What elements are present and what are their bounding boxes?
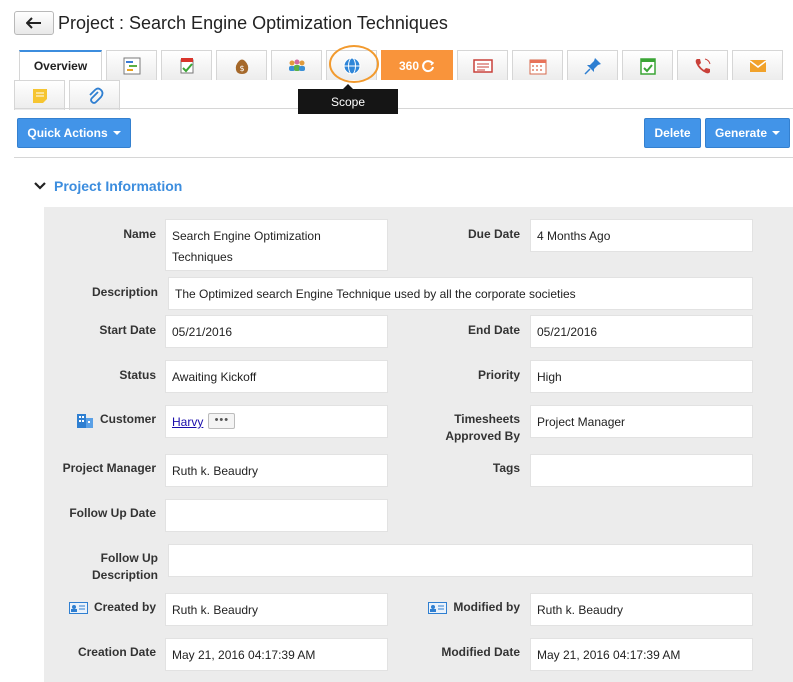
attachment-icon — [88, 87, 103, 104]
created-by-value: Ruth k. Beaudry — [165, 593, 388, 626]
call-icon — [695, 58, 710, 73]
description-value: The Optimized search Engine Technique us… — [168, 277, 753, 310]
calendar-icon — [529, 59, 546, 74]
start-date-label: Start Date — [99, 323, 156, 337]
follow-up-date-label: Follow Up Date — [69, 506, 156, 520]
modified-by-value: Ruth k. Beaudry — [530, 593, 753, 626]
tags-value — [530, 454, 753, 487]
status-label: Status — [119, 368, 156, 382]
modified-date-label: Modified Date — [441, 645, 520, 659]
description-label: Description — [91, 285, 158, 299]
name-label: Name — [123, 227, 156, 241]
start-date-value: 05/21/2016 — [165, 315, 388, 348]
tab-gantt[interactable] — [106, 50, 157, 80]
customer-link[interactable]: Harvy — [172, 412, 203, 433]
gantt-icon — [123, 57, 140, 74]
follow-up-description-label: Follow Up Description — [91, 551, 158, 582]
tab-attachments[interactable] — [69, 80, 120, 110]
modified-date-value: May 21, 2016 04:17:39 AM — [530, 638, 753, 671]
tab-360[interactable]: 360 — [381, 50, 453, 80]
end-date-value: 05/21/2016 — [530, 315, 753, 348]
toolbar-divider — [14, 157, 793, 158]
creation-date-label: Creation Date — [77, 645, 156, 659]
end-date-label: End Date — [467, 323, 520, 337]
tab-emails[interactable] — [732, 50, 783, 80]
scope-tooltip: Scope — [298, 84, 398, 114]
section-title: Project Information — [54, 178, 183, 194]
customer-more-button[interactable]: ••• — [208, 413, 236, 429]
tab-bar-border — [14, 108, 793, 109]
tab-budget[interactable]: $ — [216, 50, 267, 80]
due-date-label: Due Date — [467, 227, 520, 241]
tags-label: Tags — [492, 461, 520, 475]
tab-notes[interactable] — [14, 80, 65, 110]
timesheets-approved-by-label: Timesheets Approved By — [445, 412, 520, 443]
status-value: Awaiting Kickoff — [165, 360, 388, 393]
tab-milestones[interactable] — [161, 50, 212, 80]
creation-date-value: May 21, 2016 04:17:39 AM — [165, 638, 388, 671]
chevron-down-icon — [34, 182, 46, 190]
task-icon — [639, 57, 656, 75]
generate-button[interactable]: Generate — [705, 118, 790, 148]
note-icon — [32, 88, 47, 103]
tab-scope[interactable] — [326, 45, 379, 83]
timesheets-approved-by-value: Project Manager — [530, 405, 753, 438]
project-manager-value: Ruth k. Beaudry — [165, 454, 388, 487]
tab-calls[interactable] — [677, 50, 728, 80]
building-icon — [76, 413, 93, 428]
project-information-header[interactable]: Project Information — [34, 178, 182, 194]
follow-up-description-value — [168, 544, 753, 577]
delete-button[interactable]: Delete — [644, 118, 701, 148]
tab-row-1: Overview $ 360 — [14, 45, 793, 83]
tab-bar: Overview $ 360 — [14, 45, 793, 110]
team-icon — [288, 59, 305, 71]
created-by-label: Created by — [44, 599, 156, 616]
page-title: Project : Search Engine Optimization Tec… — [58, 12, 448, 33]
quick-actions-button[interactable]: Quick Actions — [17, 118, 131, 148]
due-date-value: 4 Months Ago — [530, 219, 753, 252]
customer-label-text: Customer — [99, 412, 156, 426]
project-manager-label: Project Manager — [62, 461, 156, 475]
quick-actions-label: Quick Actions — [27, 126, 108, 140]
caret-down-icon — [772, 131, 781, 135]
tab-calendar[interactable] — [512, 50, 563, 80]
tab-team[interactable] — [271, 50, 322, 80]
tab-overview[interactable]: Overview — [19, 50, 102, 80]
cases-icon — [472, 58, 493, 73]
tab-pins[interactable] — [567, 50, 618, 80]
tab-cases[interactable] — [457, 50, 508, 80]
customer-value: Harvy ••• — [165, 405, 388, 438]
pin-icon — [583, 57, 601, 75]
customer-label: Customer — [44, 411, 156, 428]
modified-by-label-text: Modified by — [453, 600, 520, 614]
caret-down-icon — [112, 131, 121, 135]
tab-row-2 — [14, 80, 793, 110]
id-card-icon — [68, 601, 88, 614]
tab-360-label: 360 — [398, 58, 420, 73]
budget-icon: $ — [235, 59, 248, 74]
id-card-icon — [428, 601, 448, 614]
priority-label: Priority — [477, 368, 520, 382]
svg-text:$: $ — [239, 64, 244, 73]
created-by-label-text: Created by — [93, 600, 156, 614]
back-button[interactable] — [14, 11, 54, 35]
name-text: Search Engine Optimization Techniques — [172, 229, 321, 264]
generate-label: Generate — [714, 126, 768, 140]
follow-up-date-value — [165, 499, 388, 532]
refresh-icon — [422, 59, 435, 72]
tab-tasks[interactable] — [622, 50, 673, 80]
priority-value: High — [530, 360, 753, 393]
page-header: Project : Search Engine Optimization Tec… — [14, 10, 448, 36]
name-value: Search Engine Optimization Techniques — [165, 219, 388, 271]
milestone-icon — [180, 57, 193, 73]
scope-icon — [343, 57, 360, 74]
back-arrow-icon — [26, 17, 41, 29]
email-icon — [749, 59, 766, 72]
modified-by-label: Modified by — [400, 599, 520, 616]
